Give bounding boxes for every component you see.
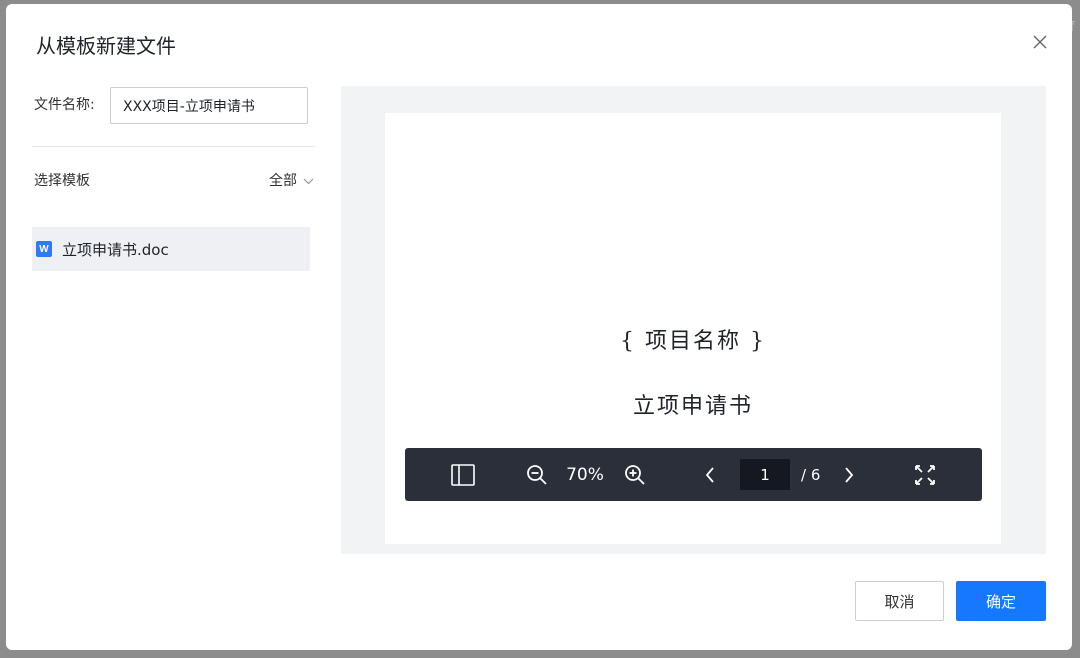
- file-name-label: 文件名称:: [34, 97, 95, 113]
- toggle-sidebar-button[interactable]: [445, 448, 481, 501]
- new-file-from-template-dialog: 从模板新建文件 文件名称: 选择模板 全部 W 立项申请书.doc { 项目名称…: [6, 4, 1072, 650]
- template-file-name: 立项申请书.doc: [62, 240, 169, 259]
- filter-value: 全部: [269, 173, 297, 189]
- file-name-input[interactable]: [110, 87, 308, 124]
- dialog-title: 从模板新建文件: [36, 34, 176, 58]
- confirm-button[interactable]: 确定: [956, 581, 1046, 621]
- doc-title: 立项申请书: [632, 394, 753, 419]
- close-icon: [1033, 35, 1047, 49]
- word-doc-icon: W: [36, 241, 52, 257]
- document-preview: { 项目名称 } 立项申请书 70% 1 / 6: [341, 86, 1046, 554]
- chevron-left-icon: [705, 466, 714, 483]
- preview-page: { 项目名称 } 立项申请书 70% 1 / 6: [385, 113, 1001, 544]
- zoom-in-button[interactable]: [621, 448, 649, 501]
- divider: [32, 146, 315, 147]
- template-select-label: 选择模板: [34, 173, 90, 189]
- chevron-right-icon: [845, 466, 854, 483]
- zoom-out-icon: [527, 464, 547, 485]
- doc-project-name-placeholder: { 项目名称 }: [620, 329, 766, 354]
- zoom-level: 70%: [563, 448, 607, 501]
- current-page-input[interactable]: [740, 459, 790, 490]
- fullscreen-icon: [915, 464, 935, 485]
- prev-page-button[interactable]: [698, 448, 722, 501]
- sidebar-panel-icon: [451, 463, 475, 486]
- cancel-button[interactable]: 取消: [855, 581, 944, 621]
- total-pages: / 6: [801, 465, 821, 484]
- zoom-level-text: 70%: [566, 464, 604, 485]
- zoom-in-icon: [625, 464, 645, 485]
- template-filter-dropdown[interactable]: 全部: [269, 171, 314, 191]
- close-button[interactable]: [1028, 30, 1052, 54]
- template-list-item[interactable]: W 立项申请书.doc: [32, 227, 310, 271]
- next-page-button[interactable]: [837, 448, 861, 501]
- preview-toolbar: 70% / 6: [405, 448, 982, 501]
- fullscreen-button[interactable]: [912, 448, 938, 501]
- chevron-down-icon: [303, 178, 314, 184]
- zoom-out-button[interactable]: [523, 448, 551, 501]
